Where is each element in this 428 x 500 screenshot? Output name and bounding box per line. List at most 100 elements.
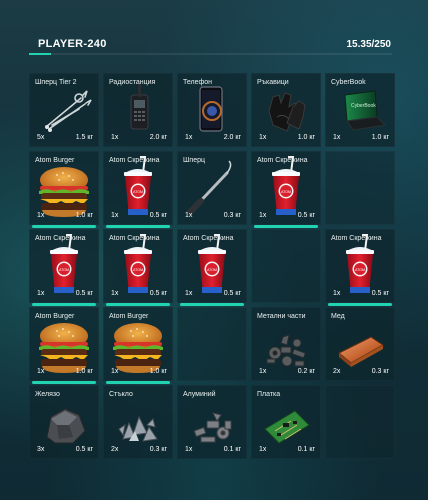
item-weight: 1.0 кг bbox=[75, 368, 93, 375]
inventory-slot[interactable]: CyberBook CyberBook 1x 1.0 кг bbox=[325, 73, 395, 147]
inventory-slot[interactable]: Алуминий 1x 0.1 кг bbox=[177, 385, 247, 459]
item-name: Платка bbox=[257, 391, 281, 398]
item-weight: 0.5 кг bbox=[149, 290, 167, 297]
inventory-slot[interactable]: ATOM Atom Скрежина 1x 0.5 кг bbox=[29, 229, 99, 306]
item-quantity: 1x bbox=[333, 290, 341, 297]
item-weight: 1.0 кг bbox=[149, 368, 167, 375]
item-name: CyberBook bbox=[331, 79, 366, 86]
empty-inventory-slot[interactable] bbox=[251, 229, 321, 303]
item-quantity: 1x bbox=[111, 290, 119, 297]
item-weight: 2.0 кг bbox=[149, 134, 167, 141]
weight-bar-fill bbox=[29, 53, 52, 55]
item-name: Atom Burger bbox=[35, 313, 75, 320]
inventory-slot[interactable]: ATOM Atom Скрежина 1x 0.5 кг bbox=[325, 229, 395, 306]
inventory-slot[interactable]: Радиостанция 1x 2.0 кг bbox=[103, 73, 173, 147]
item-name: Желязо bbox=[35, 391, 60, 398]
inventory-slot[interactable]: ATOM Atom Скрежина 1x 0.5 кг bbox=[251, 151, 321, 228]
inventory-slot[interactable]: Шперц 1x 0.3 кг bbox=[177, 151, 247, 225]
slot-highlight-bar bbox=[180, 303, 244, 306]
item-weight: 1.0 кг bbox=[297, 134, 315, 141]
item-weight: 0.5 кг bbox=[75, 290, 93, 297]
item-weight: 0.3 кг bbox=[149, 446, 167, 453]
item-quantity: 1x bbox=[259, 446, 267, 453]
item-name: Atom Burger bbox=[109, 313, 149, 320]
item-quantity: 1x bbox=[37, 368, 45, 375]
svg-text:ATOM: ATOM bbox=[281, 190, 291, 194]
item-name: Atom Скрежина bbox=[257, 157, 308, 164]
inventory-header: PLAYER-240 15.35/250 bbox=[0, 0, 428, 60]
slot-highlight-bar bbox=[254, 225, 318, 228]
item-quantity: 1x bbox=[111, 134, 119, 141]
item-quantity: 3x bbox=[37, 446, 45, 453]
item-name: Шперц Tier 2 bbox=[35, 79, 77, 86]
inventory-slot[interactable]: Метални части 1x 0.2 кг bbox=[251, 307, 321, 381]
item-name: Atom Скрежина bbox=[183, 235, 234, 242]
slot-highlight-bar bbox=[106, 225, 170, 228]
inventory-slot[interactable]: ATOM Atom Скрежина 1x 0.5 кг bbox=[103, 151, 173, 228]
item-weight: 0.1 кг bbox=[297, 446, 315, 453]
item-weight: 1.5 кг bbox=[75, 134, 93, 141]
inventory-slot[interactable]: Atom Burger 1x 1.0 кг bbox=[29, 307, 99, 384]
inventory-slot[interactable]: Atom Burger 1x 1.0 кг bbox=[29, 151, 99, 228]
slot-highlight-bar bbox=[328, 303, 392, 306]
item-quantity: 1x bbox=[185, 212, 193, 219]
item-quantity: 1x bbox=[333, 134, 341, 141]
slot-highlight-bar bbox=[32, 381, 96, 384]
inventory-slot[interactable]: Atom Burger 1x 1.0 кг bbox=[103, 307, 173, 384]
item-weight: 1.0 кг bbox=[371, 134, 389, 141]
inventory-slot[interactable]: Шперц Tier 2 5x 1.5 кг bbox=[29, 73, 99, 147]
item-quantity: 5x bbox=[37, 134, 45, 141]
slot-highlight-bar bbox=[32, 303, 96, 306]
svg-text:ATOM: ATOM bbox=[355, 268, 365, 272]
inventory-slot[interactable]: Платка 1x 0.1 кг bbox=[251, 385, 321, 459]
inventory-slot[interactable]: Желязо 3x 0.5 кг bbox=[29, 385, 99, 459]
weight-bar bbox=[29, 53, 392, 55]
item-quantity: 1x bbox=[37, 212, 45, 219]
svg-text:CyberBook: CyberBook bbox=[351, 103, 376, 109]
item-quantity: 2x bbox=[111, 446, 119, 453]
svg-text:ATOM: ATOM bbox=[133, 190, 143, 194]
item-name: Радиостанция bbox=[109, 79, 156, 86]
item-quantity: 1x bbox=[259, 134, 267, 141]
item-name: Atom Скрежина bbox=[331, 235, 382, 242]
svg-text:ATOM: ATOM bbox=[207, 268, 217, 272]
item-quantity: 2x bbox=[333, 368, 341, 375]
slot-highlight-bar bbox=[106, 303, 170, 306]
inventory-slot[interactable]: ATOM Atom Скрежина 1x 0.5 кг bbox=[103, 229, 173, 306]
item-weight: 0.2 кг bbox=[297, 368, 315, 375]
item-name: Метални части bbox=[257, 313, 306, 320]
item-quantity: 1x bbox=[37, 290, 45, 297]
item-quantity: 1x bbox=[111, 212, 119, 219]
empty-inventory-slot[interactable] bbox=[325, 385, 395, 459]
item-weight: 2.0 кг bbox=[223, 134, 241, 141]
item-name: Мед bbox=[331, 313, 345, 320]
empty-inventory-slot[interactable] bbox=[177, 307, 247, 381]
item-name: Atom Скрежина bbox=[109, 157, 160, 164]
inventory-slot[interactable]: Телефон 1x 2.0 кг bbox=[177, 73, 247, 147]
item-weight: 0.5 кг bbox=[297, 212, 315, 219]
inventory-slot[interactable]: Ръкавици 1x 1.0 кг bbox=[251, 73, 321, 147]
player-name: PLAYER-240 bbox=[38, 38, 107, 50]
inventory-slot[interactable]: ATOM Atom Скрежина 1x 0.5 кг bbox=[177, 229, 247, 306]
item-quantity: 1x bbox=[185, 446, 193, 453]
item-weight: 0.1 кг bbox=[223, 446, 241, 453]
item-name: Atom Скрежина bbox=[109, 235, 160, 242]
item-name: Алуминий bbox=[183, 391, 216, 398]
item-weight: 1.0 кг bbox=[75, 212, 93, 219]
svg-text:ATOM: ATOM bbox=[133, 268, 143, 272]
item-weight: 0.3 кг bbox=[223, 212, 241, 219]
item-weight: 0.5 кг bbox=[371, 290, 389, 297]
empty-inventory-slot[interactable] bbox=[325, 151, 395, 225]
item-name: Atom Burger bbox=[35, 157, 75, 164]
item-weight: 0.5 кг bbox=[75, 446, 93, 453]
item-name: Шперц bbox=[183, 157, 206, 164]
item-name: Atom Скрежина bbox=[35, 235, 86, 242]
item-quantity: 1x bbox=[259, 212, 267, 219]
inventory-slot[interactable]: Стъкло 2x 0.3 кг bbox=[103, 385, 173, 459]
item-quantity: 1x bbox=[111, 368, 119, 375]
item-name: Телефон bbox=[183, 79, 213, 86]
inventory-slot[interactable]: Мед 2x 0.3 кг bbox=[325, 307, 395, 381]
item-weight: 0.5 кг bbox=[223, 290, 241, 297]
item-quantity: 1x bbox=[259, 368, 267, 375]
item-weight: 0.5 кг bbox=[149, 212, 167, 219]
